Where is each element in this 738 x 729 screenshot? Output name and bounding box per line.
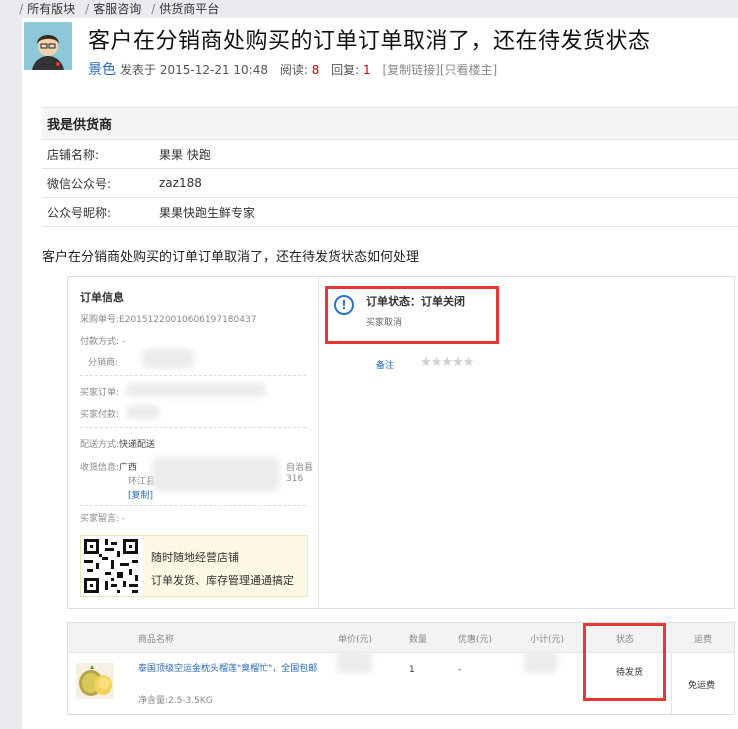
supplier-row-label: 公众号昵称: <box>47 205 112 220</box>
buyer-order-label: 买家订单: <box>80 388 120 398</box>
breadcrumb-item-support[interactable]: 客服咨询 <box>93 0 141 17</box>
redacted-blur <box>336 651 372 673</box>
recv-line1-start: 广西 <box>119 463 138 473</box>
purchase-no-line: 采购单号:E20151220010606197180437 <box>80 312 256 325</box>
pay-method-label: 付款方式: <box>80 337 120 347</box>
supplier-heading: 我是供货商 <box>42 108 738 140</box>
product-qty: 1 <box>409 665 415 675</box>
col-header-discount: 优惠(元) <box>458 635 493 645</box>
views-label: 阅读: <box>279 63 308 77</box>
note-link[interactable]: 备注 <box>376 358 394 371</box>
breadcrumb: / 所有版块 / 客服咨询 / 供货商平台 <box>0 0 229 17</box>
purchase-no-label: 采购单号: <box>80 315 120 325</box>
supplier-row-value: zaz188 <box>159 176 202 190</box>
avatar[interactable] <box>24 22 72 70</box>
only-author-button[interactable]: [只看楼主] <box>440 63 497 77</box>
post-meta: 景色 发表于 2015-12-21 10:48 阅读: 8 回复: 1 [复制链接… <box>88 59 497 79</box>
post-title: 客户在分销商处购买的订单订单取消了，还在待发货状态 <box>88 29 651 54</box>
buyer-pay-line: 买家付款: <box>80 407 119 420</box>
product-discount: - <box>458 665 462 675</box>
pay-method-value: - <box>121 337 126 347</box>
distributor-label: 分销商: <box>88 358 119 368</box>
breadcrumb-item-supplier-platform[interactable]: 供货商平台 <box>159 0 219 17</box>
supplier-table: 我是供货商 店铺名称: 果果 快跑 微信公众号: zaz188 公众号昵称: 果… <box>42 107 738 227</box>
breadcrumb-separator: / <box>85 2 90 16</box>
supplier-row: 微信公众号: zaz188 <box>42 169 738 198</box>
posted-time: 2015-12-21 10:48 <box>159 63 268 77</box>
qr-code-icon <box>81 536 143 596</box>
app-promo-box[interactable]: 随时随地经营店铺 订单发货、库存管理通通搞定 <box>80 535 308 597</box>
recv-line2-start: 环江县 <box>128 477 156 487</box>
supplier-row: 公众号昵称: 果果快跑生鲜专家 <box>42 198 738 227</box>
promo-line-2: 订单发货、库存管理通通搞定 <box>151 574 294 587</box>
message-value: - <box>121 514 126 524</box>
redacted-blur <box>126 405 160 419</box>
col-header-subtotal: 小计(元) <box>530 635 565 645</box>
recv-line1-end: 自治县 <box>286 463 314 473</box>
recv-line-1: 收货信息:广西 <box>80 460 137 473</box>
replies-count: 1 <box>363 63 371 77</box>
ship-line: 配送方式:快递配送 <box>80 437 155 450</box>
replies-label: 回复: <box>331 63 360 77</box>
redacted-blur <box>524 651 558 673</box>
views-count: 8 <box>311 63 320 77</box>
col-header-price: 单价(元) <box>338 635 373 645</box>
question-text: 客户在分销商处购买的订单订单取消了，还在待发货状态如何处理 <box>42 250 420 265</box>
highlight-box-product-status <box>583 623 666 701</box>
posted-label: 发表于 <box>120 63 157 77</box>
divider <box>80 375 306 376</box>
breadcrumb-separator: / <box>151 2 156 16</box>
distributor-line: 分销商: <box>88 355 118 368</box>
product-thumbnail[interactable] <box>76 663 114 699</box>
copy-link-button[interactable]: [复制链接] <box>383 63 440 77</box>
product-name-link[interactable]: 泰国顶级空运金枕头榴莲"臭榴忙"，全国包邮 <box>138 663 324 676</box>
breadcrumb-item-all-boards[interactable]: 所有版块 <box>27 0 75 17</box>
highlight-box-status <box>325 286 499 344</box>
post-header: 客户在分销商处购买的订单订单取消了，还在待发货状态 景色 发表于 2015-12-… <box>22 18 738 82</box>
redacted-blur <box>152 457 280 491</box>
divider <box>80 427 306 428</box>
recv-copy-link[interactable]: [复制] <box>128 488 153 501</box>
recv-label: 收货信息: <box>80 463 120 473</box>
divider <box>80 505 306 506</box>
buyer-order-line: 买家订单: <box>80 385 119 398</box>
product-freight: 免运费 <box>688 681 716 691</box>
order-info-title: 订单信息 <box>80 291 124 304</box>
message-line: 买家留言: - <box>80 511 125 524</box>
redacted-blur <box>126 383 266 397</box>
supplier-row-value: 果果快跑生鲜专家 <box>159 205 256 220</box>
ship-value: 快递配送 <box>119 440 156 450</box>
order-info-panel: 订单信息 采购单号:E20151220010606197180437 付款方式:… <box>68 277 319 608</box>
buyer-pay-label: 买家付款: <box>80 410 120 420</box>
message-label: 买家留言: <box>80 514 120 524</box>
supplier-row-label: 店铺名称: <box>47 147 100 162</box>
purchase-no-value: E20151220010606197180437 <box>119 315 257 325</box>
product-weight: 净含量:2.5-3.5KG <box>138 696 213 706</box>
author-link[interactable]: 景色 <box>88 62 116 78</box>
redacted-blur <box>142 349 194 369</box>
pay-method-line: 付款方式: - <box>80 334 125 347</box>
promo-line-1: 随时随地经营店铺 <box>151 551 239 564</box>
col-header-product: 商品名称 <box>138 635 175 645</box>
breadcrumb-separator: / <box>0 2 24 16</box>
supplier-row: 店铺名称: 果果 快跑 <box>42 140 738 169</box>
col-header-qty: 数量 <box>409 635 428 645</box>
ship-label: 配送方式: <box>80 440 120 450</box>
recv-line2-end: 316 <box>286 474 304 484</box>
star-rating[interactable]: ★★★★★ <box>420 355 474 370</box>
supplier-row-value: 果果 快跑 <box>159 147 211 162</box>
col-header-freight: 运费 <box>694 635 713 645</box>
supplier-row-label: 微信公众号: <box>47 176 112 191</box>
